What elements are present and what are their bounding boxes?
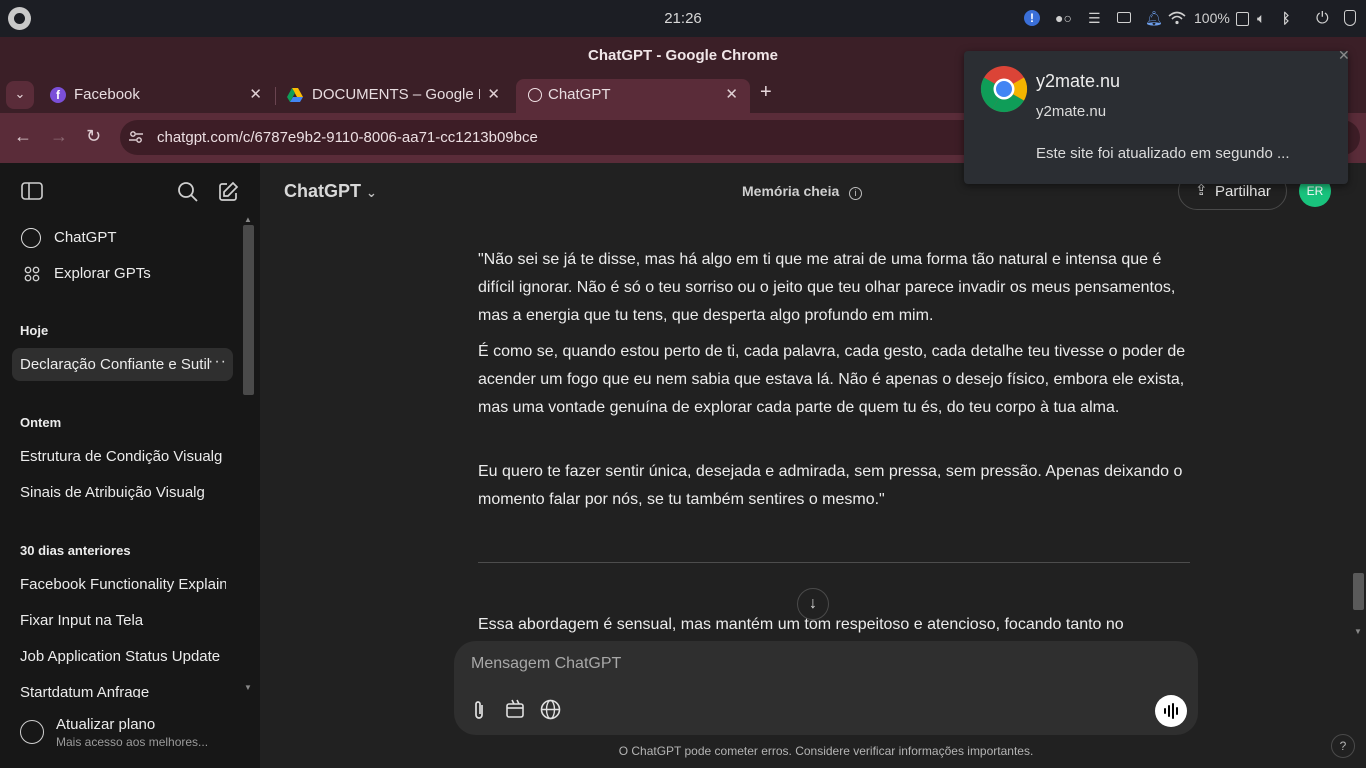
facebook-icon: f: [50, 87, 66, 103]
sidebar-item-chatgpt[interactable]: ChatGPT: [10, 223, 230, 253]
notification-source: y2mate.nu: [1036, 103, 1107, 120]
menu-lines-icon[interactable]: ☰: [1088, 10, 1101, 27]
alert-icon[interactable]: !: [1024, 10, 1040, 26]
chatgpt-icon: [21, 228, 41, 248]
sidebar-scrollbar-thumb[interactable]: [243, 225, 254, 395]
message-input[interactable]: Mensagem ChatGPT: [471, 655, 621, 673]
new-chat-icon[interactable]: [217, 181, 239, 203]
sidebar-chat-item[interactable]: Sinais de Atribuição Visualg: [20, 484, 230, 501]
message-paragraph: Essa abordagem é sensual, mas mantém um …: [478, 616, 1124, 633]
volume-icon[interactable]: 🔈︎: [1257, 10, 1265, 27]
attach-icon[interactable]: [471, 699, 487, 721]
url-text[interactable]: chatgpt.com/c/6787e9b2-9110-8006-aa71-cc…: [157, 129, 538, 146]
notification-popup[interactable]: y2mate.nu y2mate.nu Este site foi atuali…: [964, 47, 1350, 184]
scroll-down-icon[interactable]: ▼: [244, 683, 252, 692]
divider: [478, 562, 1190, 563]
sidebar-item-label: Explorar GPTs: [54, 265, 151, 282]
chrome-icon: [980, 66, 1028, 113]
info-icon: i: [849, 187, 863, 200]
section-title-ontem: Ontem: [20, 415, 62, 430]
os-clock[interactable]: 21:26: [640, 10, 726, 27]
message-composer: Mensagem ChatGPT: [454, 641, 1198, 735]
tab-close-icon[interactable]: ✕: [725, 85, 738, 103]
mouse-icon[interactable]: [1344, 10, 1356, 26]
tab-chatgpt[interactable]: ChatGPT ✕: [516, 79, 750, 113]
section-title-hoje: Hoje: [20, 323, 49, 338]
battery-icon[interactable]: [1236, 12, 1249, 26]
scroll-up-icon[interactable]: ▲: [244, 215, 252, 224]
message-paragraph: "Não sei se já te disse, mas há algo em …: [478, 251, 1176, 324]
sidebar-chat-item[interactable]: Estrutura de Condição Visualg: [20, 448, 230, 465]
wifi-icon[interactable]: [1168, 11, 1186, 25]
sidebar-toggle-icon[interactable]: [21, 182, 43, 200]
message-paragraph: É como se, quando estou perto de ti, cad…: [478, 343, 1186, 416]
power-icon[interactable]: ⏻: [1316, 10, 1329, 28]
sidebar-chat-item[interactable]: Fixar Input na Tela: [20, 612, 230, 629]
upgrade-icon: [20, 720, 44, 744]
upgrade-plan-button[interactable]: Atualizar plano Mais acesso aos melhores…: [10, 708, 250, 758]
sidebar-chat-item[interactable]: Job Application Status Update: [20, 648, 230, 665]
upgrade-subtitle: Mais acesso aos melhores...: [56, 735, 209, 749]
tab-title: Facebook: [74, 86, 140, 103]
grid-icon: [24, 266, 40, 282]
chevron-down-icon: ⌄: [366, 185, 377, 200]
google-drive-icon: [287, 88, 303, 102]
more-options-icon[interactable]: ···: [208, 353, 227, 371]
sidebar-item-explorar-gpts[interactable]: Explorar GPTs: [10, 259, 230, 289]
section-title-30-dias: 30 dias anteriores: [20, 543, 131, 558]
tab-title: ChatGPT: [548, 86, 611, 103]
memory-label: Memória cheia: [742, 183, 840, 199]
workspace-indicator-icon[interactable]: ●○: [1055, 10, 1072, 26]
tab-close-icon[interactable]: ✕: [487, 85, 500, 103]
chat-title: Declaração Confiante e Sutil: [20, 356, 210, 373]
sidebar: ChatGPT Explorar GPTs Hoje Declaração Co…: [0, 163, 260, 768]
sidebar-chat-item[interactable]: Facebook Functionality Explained: [20, 576, 226, 593]
bluetooth-icon[interactable]: ᛒ: [1282, 10, 1290, 26]
message-paragraph: Eu quero te fazer sentir única, desejada…: [478, 463, 1183, 508]
tab-facebook[interactable]: f Facebook ✕: [38, 79, 274, 113]
new-tab-button[interactable]: +: [760, 81, 772, 104]
back-button[interactable]: ←: [14, 126, 32, 147]
voice-mode-button[interactable]: [1155, 695, 1187, 727]
tab-google-drive[interactable]: DOCUMENTS – Google Drive ✕: [276, 79, 512, 113]
notification-title: y2mate.nu: [1036, 71, 1121, 91]
voice-waveform-icon: [1164, 703, 1178, 719]
memory-status[interactable]: Memória cheia i: [742, 183, 863, 200]
tab-title: DOCUMENTS – Google Drive: [312, 86, 480, 103]
sidebar-chat-active[interactable]: Declaração Confiante e Sutil ···: [12, 348, 233, 381]
sidebar-chat-item[interactable]: Startdatum Anfrage: [20, 684, 230, 698]
bell-icon[interactable]: 🔔︎: [1145, 10, 1163, 27]
chatgpt-icon: [528, 88, 542, 102]
close-icon[interactable]: ✕: [1338, 47, 1350, 64]
share-label: Partilhar: [1215, 183, 1271, 200]
sidebar-item-label: ChatGPT: [54, 229, 117, 246]
tab-close-icon[interactable]: ✕: [249, 85, 262, 103]
tools-icon[interactable]: [505, 699, 525, 719]
forward-button[interactable]: →: [50, 126, 68, 147]
os-top-bar: 21:26 ! ●○ ☰ 🔔︎ 100% 🔈︎ ᛒ ⏻: [0, 0, 1366, 37]
notification-message: Este site foi atualizado em segundo ...: [1036, 145, 1290, 162]
globe-icon[interactable]: [540, 699, 561, 720]
upgrade-title: Atualizar plano: [56, 716, 156, 733]
folder-icon[interactable]: [1117, 12, 1131, 23]
model-selector[interactable]: ChatGPT ⌄: [284, 181, 377, 202]
os-menu-icon[interactable]: [8, 7, 31, 30]
model-name: ChatGPT: [284, 181, 362, 201]
reload-button[interactable]: ↻: [86, 126, 101, 147]
help-button[interactable]: ?: [1331, 734, 1355, 758]
scroll-down-icon[interactable]: ▼: [1354, 627, 1362, 636]
disclaimer-text: O ChatGPT pode cometer erros. Considere …: [618, 744, 1034, 758]
main-scrollbar-thumb[interactable]: [1353, 573, 1364, 610]
tab-search-button[interactable]: ⌄: [6, 81, 34, 109]
site-info-icon[interactable]: [128, 129, 144, 145]
search-icon[interactable]: [177, 181, 199, 203]
battery-label: 100%: [1194, 10, 1230, 26]
